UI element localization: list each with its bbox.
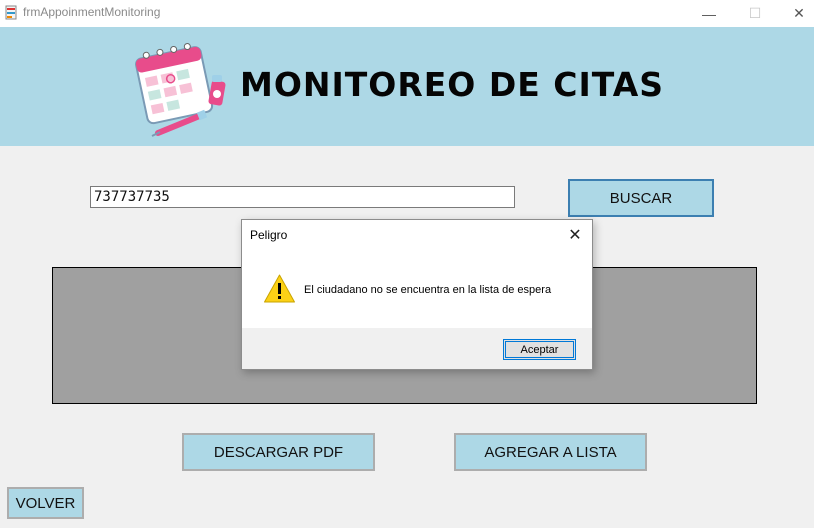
page-title: MONITOREO DE CITAS <box>240 65 665 104</box>
warning-icon <box>264 274 295 303</box>
ok-button[interactable]: Aceptar <box>503 339 576 360</box>
minimize-button[interactable]: — <box>686 0 732 27</box>
download-pdf-button[interactable]: DESCARGAR PDF <box>182 433 375 471</box>
close-window-button[interactable]: ✕ <box>776 0 814 27</box>
calendar-logo-icon <box>135 43 226 137</box>
dialog-footer: Aceptar <box>242 328 592 369</box>
warning-dialog: Peligro ✕ El ciudadano no se encuentra e… <box>241 219 593 370</box>
header-banner: MONITOREO DE CITAS <box>0 27 814 146</box>
maximize-button[interactable]: ☐ <box>732 0 778 27</box>
window-title: frmAppoinmentMonitoring <box>23 5 161 19</box>
window-titlebar: frmAppoinmentMonitoring — ☐ ✕ <box>0 0 814 27</box>
search-button[interactable]: BUSCAR <box>568 179 714 217</box>
search-input[interactable] <box>90 186 515 208</box>
dialog-title: Peligro <box>250 228 288 242</box>
app-icon <box>5 5 17 20</box>
back-button[interactable]: VOLVER <box>7 487 84 519</box>
dialog-message: El ciudadano no se encuentra en la lista… <box>304 284 552 296</box>
add-to-list-button[interactable]: AGREGAR A LISTA <box>454 433 647 471</box>
dialog-close-button[interactable]: ✕ <box>564 225 586 245</box>
